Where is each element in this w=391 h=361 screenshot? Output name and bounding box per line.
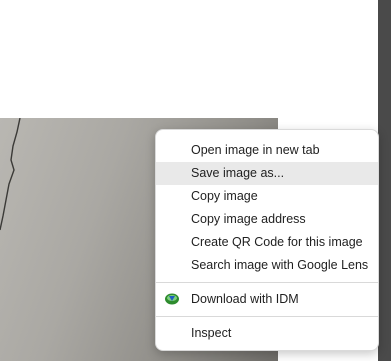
menu-item-copy-image[interactable]: Copy image [156, 185, 378, 208]
menu-item-create-qr-code[interactable]: Create QR Code for this image [156, 231, 378, 254]
menu-item-save-image-as[interactable]: Save image as... [156, 162, 378, 185]
window-edge [378, 0, 391, 361]
browser-page: Open image in new tab Save image as... C… [0, 0, 391, 361]
page-background [0, 0, 378, 118]
menu-separator [156, 316, 378, 317]
menu-item-download-with-idm[interactable]: Download with IDM [156, 288, 378, 311]
menu-item-open-image-new-tab[interactable]: Open image in new tab [156, 139, 378, 162]
menu-item-inspect[interactable]: Inspect [156, 322, 378, 345]
menu-item-copy-image-address[interactable]: Copy image address [156, 208, 378, 231]
idm-icon [165, 293, 179, 305]
context-menu: Open image in new tab Save image as... C… [155, 129, 379, 351]
menu-separator [156, 282, 378, 283]
menu-item-search-google-lens[interactable]: Search image with Google Lens [156, 254, 378, 277]
menu-item-label: Download with IDM [191, 292, 299, 306]
